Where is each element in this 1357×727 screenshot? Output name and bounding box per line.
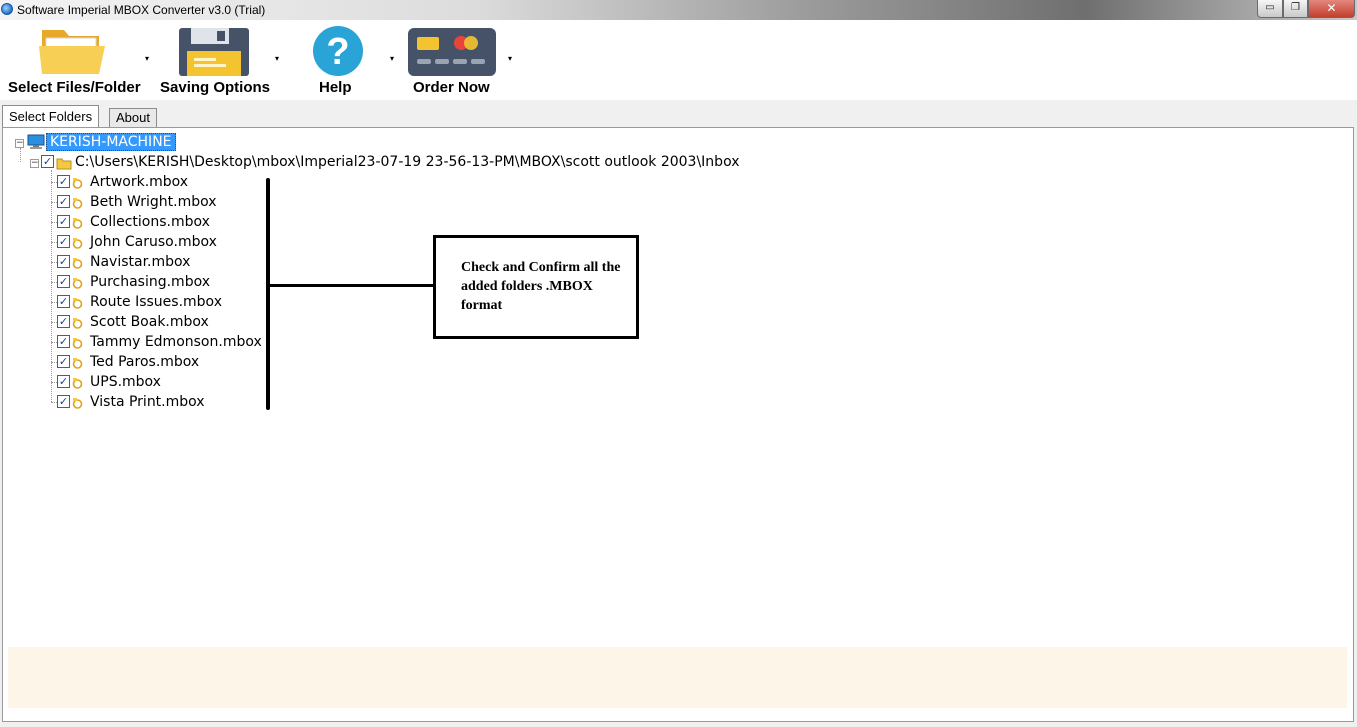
select-files-folder-label: Select Files/Folder [8, 79, 141, 96]
mbox-file-icon [72, 195, 83, 209]
tree-connector [51, 170, 52, 402]
mbox-file-icon [72, 255, 83, 269]
app-icon [1, 3, 13, 15]
select-files-folder-button[interactable]: Select Files/Folder ▾ [0, 20, 160, 100]
title-bar: Software Imperial MBOX Converter v3.0 (T… [0, 0, 1357, 20]
tree-file-item[interactable]: Artwork.mbox [90, 173, 188, 191]
saving-options-dropdown-arrow[interactable]: ▾ [275, 54, 279, 63]
svg-text:?: ? [326, 31, 349, 73]
file-checkbox[interactable]: ✓ [57, 395, 70, 408]
mbox-file-icon [72, 315, 83, 329]
folder-collapse-toggle[interactable]: − [30, 159, 39, 168]
file-checkbox[interactable]: ✓ [57, 315, 70, 328]
file-checkbox[interactable]: ✓ [57, 295, 70, 308]
status-log-area [8, 647, 1347, 708]
mbox-file-icon [72, 235, 83, 249]
tab-about[interactable]: About [109, 108, 157, 127]
close-button[interactable]: ✕ [1308, 0, 1355, 18]
tree-file-item[interactable]: Scott Boak.mbox [90, 313, 209, 331]
select-files-dropdown-arrow[interactable]: ▾ [145, 54, 149, 63]
tree-root-node[interactable]: KERISH-MACHINE [46, 133, 176, 151]
folder-checkbox[interactable]: ✓ [41, 155, 54, 168]
file-checkbox[interactable]: ✓ [57, 355, 70, 368]
mbox-file-icon [72, 355, 83, 369]
mbox-file-icon [72, 215, 83, 229]
tree-file-item[interactable]: Vista Print.mbox [90, 393, 205, 411]
annotation-callout: Check and Confirm all the added folders … [433, 235, 639, 339]
callout-text: Check and Confirm all the added folders … [461, 260, 621, 313]
mbox-file-icon [72, 275, 83, 289]
mbox-file-icon [72, 395, 83, 409]
help-question-icon: ? [286, 24, 386, 77]
minimize-button[interactable]: ▭ [1257, 0, 1283, 18]
computer-icon [27, 134, 45, 149]
tree-file-item[interactable]: Ted Paros.mbox [90, 353, 199, 371]
tab-select-folders[interactable]: Select Folders [2, 105, 100, 128]
folder-tree-panel: − KERISH-MACHINE − ✓ C:\Users\KERISH\Des… [2, 127, 1354, 722]
mbox-file-icon [72, 295, 83, 309]
tree-file-item[interactable]: Collections.mbox [90, 213, 210, 231]
tab-strip: Select Folders About [0, 105, 1357, 128]
mbox-file-icon [72, 375, 83, 389]
annotation-connector [268, 284, 436, 287]
mbox-file-icon [72, 335, 83, 349]
file-checkbox[interactable]: ✓ [57, 235, 70, 248]
file-checkbox[interactable]: ✓ [57, 175, 70, 188]
annotation-bracket [266, 178, 270, 410]
tree-file-item[interactable]: Navistar.mbox [90, 253, 190, 271]
tree-file-item[interactable]: John Caruso.mbox [90, 233, 217, 251]
tree-file-item[interactable]: UPS.mbox [90, 373, 161, 391]
tree-connector [20, 148, 21, 162]
help-dropdown-arrow[interactable]: ▾ [390, 54, 394, 63]
folder-icon [22, 24, 122, 77]
tree-file-item[interactable]: Purchasing.mbox [90, 273, 210, 291]
help-button[interactable]: ? Help ▾ [286, 20, 401, 100]
root-collapse-toggle[interactable]: − [15, 139, 24, 148]
file-checkbox[interactable]: ✓ [57, 275, 70, 288]
order-now-button[interactable]: Order Now ▾ [402, 20, 520, 100]
saving-options-label: Saving Options [160, 79, 271, 96]
help-label: Help [319, 79, 352, 96]
toolbar: Select Files/Folder ▾ Saving Options ▾ ?… [0, 20, 1357, 100]
maximize-button[interactable]: ❐ [1283, 0, 1308, 18]
order-now-label: Order Now [413, 79, 490, 96]
file-checkbox[interactable]: ✓ [57, 335, 70, 348]
folder-icon [56, 155, 72, 170]
tree-root-label: KERISH-MACHINE [46, 133, 176, 151]
order-now-dropdown-arrow[interactable]: ▾ [508, 54, 512, 63]
tree-file-item[interactable]: Beth Wright.mbox [90, 193, 217, 211]
file-checkbox[interactable]: ✓ [57, 195, 70, 208]
credit-card-icon [402, 24, 502, 77]
tree-file-item[interactable]: Route Issues.mbox [90, 293, 222, 311]
saving-options-button[interactable]: Saving Options ▾ [160, 20, 290, 100]
mbox-file-icon [72, 175, 83, 189]
tree-folder-path[interactable]: C:\Users\KERISH\Desktop\mbox\Imperial23-… [75, 153, 740, 171]
file-checkbox[interactable]: ✓ [57, 375, 70, 388]
floppy-disk-icon [163, 24, 263, 77]
file-checkbox[interactable]: ✓ [57, 255, 70, 268]
tree-file-item[interactable]: Tammy Edmonson.mbox [90, 333, 262, 351]
window-title: Software Imperial MBOX Converter v3.0 (T… [17, 3, 266, 17]
file-checkbox[interactable]: ✓ [57, 215, 70, 228]
